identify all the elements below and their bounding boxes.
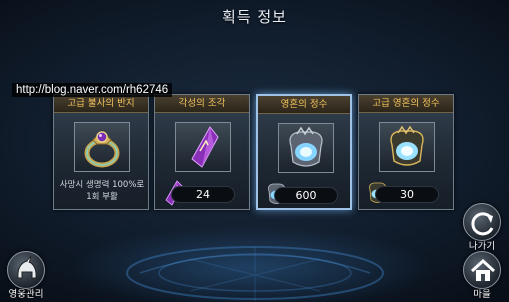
village-circle bbox=[463, 251, 501, 289]
title-bar: 획득 정보 bbox=[0, 0, 509, 34]
item-icon-frame bbox=[74, 122, 130, 172]
magic-circle-decoration bbox=[126, 246, 384, 301]
hero-management-circle bbox=[7, 251, 45, 289]
advanced-soul-essence-icon bbox=[390, 125, 424, 166]
exit-circle bbox=[463, 203, 501, 241]
village-button[interactable]: 마을 bbox=[460, 251, 504, 300]
item-icon-frame bbox=[278, 123, 334, 173]
item-card-ring[interactable]: 고급 불사의 반지 사망시 생명력 100%로 1회 부활 bbox=[53, 94, 149, 210]
item-quantity: 24 bbox=[171, 186, 235, 203]
blog-watermark: http://blog.naver.com/rh62746 bbox=[12, 83, 173, 97]
page-title: 획득 정보 bbox=[222, 8, 287, 26]
house-icon bbox=[470, 258, 496, 281]
item-card-soul-essence[interactable]: 영혼의 정수 600 bbox=[256, 94, 352, 210]
ring-icon bbox=[84, 131, 120, 168]
item-name: 고급 영혼의 정수 bbox=[359, 95, 453, 113]
item-name: 영혼의 정수 bbox=[258, 96, 350, 114]
item-name: 각성의 조각 bbox=[155, 95, 249, 113]
item-quantity: 600 bbox=[274, 187, 338, 204]
item-name: 고급 불사의 반지 bbox=[54, 95, 148, 113]
hero-management-button[interactable]: 영웅관리 bbox=[4, 251, 48, 300]
item-description: 사망시 생명력 100%로 1회 부활 bbox=[59, 180, 145, 202]
item-card-awakening-shard[interactable]: 각성의 조각 24 bbox=[154, 94, 250, 210]
item-card-advanced-soul-essence[interactable]: 고급 영혼의 정수 30 bbox=[358, 94, 454, 210]
item-quantity: 30 bbox=[375, 186, 439, 203]
soul-essence-icon bbox=[289, 126, 323, 167]
crystal-shard-icon bbox=[191, 126, 219, 168]
helmet-icon bbox=[17, 255, 37, 279]
refresh-arrow-icon bbox=[471, 212, 494, 236]
item-icon-frame bbox=[379, 122, 435, 172]
acquisition-info-screen: 획득 정보 고급 불사의 반지 사망시 생명력 100%로 1회 부활 각성의 … bbox=[0, 0, 509, 302]
item-icon-frame bbox=[175, 122, 231, 172]
exit-button[interactable]: 나가기 bbox=[460, 203, 504, 252]
